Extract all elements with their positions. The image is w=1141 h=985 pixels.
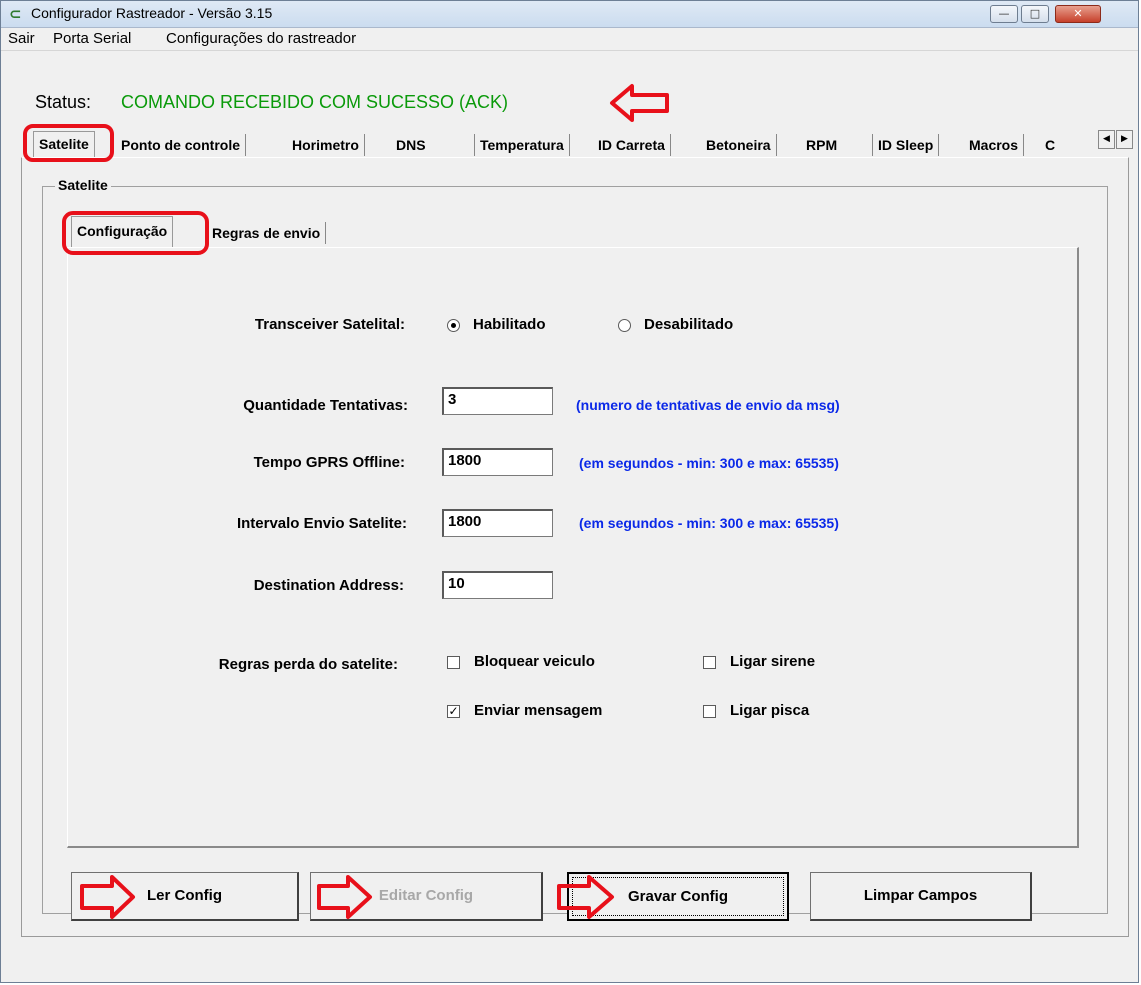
- menu-sair[interactable]: Sair: [8, 30, 35, 47]
- intervalo-envio-hint: (em segundos - min: 300 e max: 65535): [579, 515, 839, 531]
- gravar-config-button[interactable]: Gravar Config: [567, 872, 789, 921]
- chevron-right-icon: ▶: [1121, 134, 1128, 144]
- checkbox-ligar-sirene[interactable]: [703, 656, 716, 669]
- tab-rpm[interactable]: RPM: [801, 134, 873, 156]
- destination-address-label: Destination Address:: [253, 577, 404, 594]
- intervalo-envio-field[interactable]: 1800: [442, 509, 553, 537]
- checkbox-ligar-pisca[interactable]: [703, 705, 716, 718]
- tab-dns[interactable]: DNS: [391, 134, 475, 156]
- tab-scroll-left-button[interactable]: ◀: [1098, 130, 1115, 149]
- tab-c-truncated[interactable]: C: [1040, 134, 1060, 156]
- main-tab-strip: Satelite Ponto de controle Horimetro DNS…: [27, 131, 1117, 157]
- groupbox-title: Satelite: [55, 177, 111, 193]
- quantidade-tentativas-hint: (numero de tentativas de envio da msg): [576, 397, 840, 413]
- tab-id-carreta[interactable]: ID Carreta: [593, 134, 671, 156]
- chevron-left-icon: ◀: [1103, 134, 1110, 144]
- editar-config-label: Editar Config: [378, 887, 474, 904]
- checkbox-ligar-sirene-label[interactable]: Ligar sirene: [730, 653, 815, 670]
- tab-id-sleep[interactable]: ID Sleep: [873, 134, 940, 156]
- c-logo-icon: ⊂: [9, 5, 22, 23]
- checkbox-enviar-mensagem[interactable]: ✓: [447, 705, 460, 718]
- close-icon: ✕: [1073, 7, 1083, 20]
- intervalo-envio-label: Intervalo Envio Satelite:: [236, 515, 407, 532]
- title-bar: ⊂ Configurador Rastreador - Versão 3.15 …: [1, 1, 1138, 28]
- checkbox-enviar-mensagem-label[interactable]: Enviar mensagem: [474, 702, 602, 719]
- minimize-icon: —: [998, 7, 1010, 20]
- radio-habilitado[interactable]: [447, 319, 460, 332]
- ler-config-button[interactable]: Ler Config: [71, 872, 299, 921]
- limpar-campos-label: Limpar Campos: [863, 887, 978, 904]
- tab-scroll-right-button[interactable]: ▶: [1116, 130, 1133, 149]
- maximize-button[interactable]: □: [1021, 5, 1049, 23]
- menu-bar: Sair Porta Serial Configurações do rastr…: [1, 28, 1138, 51]
- subtab-regras-de-envio[interactable]: Regras de envio: [207, 222, 327, 244]
- radio-desabilitado[interactable]: [618, 319, 631, 332]
- limpar-campos-button[interactable]: Limpar Campos: [810, 872, 1032, 921]
- ler-config-label: Ler Config: [147, 887, 222, 904]
- subtab-configuracao[interactable]: Configuração: [71, 216, 174, 247]
- menu-porta-serial[interactable]: Porta Serial: [53, 30, 131, 47]
- tab-macros[interactable]: Macros: [964, 134, 1025, 156]
- menu-configuracoes-rastreador[interactable]: Configurações do rastreador: [166, 30, 356, 47]
- tab-scroll-arrows: ◀ ▶: [1098, 130, 1134, 150]
- radio-selected-dot: [451, 323, 456, 328]
- minimize-button[interactable]: —: [990, 5, 1018, 23]
- quantidade-tentativas-field[interactable]: 3: [442, 387, 553, 415]
- radio-desabilitado-label[interactable]: Desabilitado: [644, 316, 733, 333]
- tempo-gprs-offline-label: Tempo GPRS Offline:: [253, 454, 405, 471]
- quantidade-tentativas-label: Quantidade Tentativas:: [243, 397, 408, 414]
- status-label: Status:: [35, 92, 92, 112]
- tab-betoneira[interactable]: Betoneira: [701, 134, 777, 156]
- checkbox-bloquear-veiculo[interactable]: [447, 656, 460, 669]
- close-button[interactable]: ✕: [1055, 5, 1101, 23]
- tab-satelite[interactable]: Satelite: [33, 131, 95, 157]
- regras-perda-label: Regras perda do satelite:: [218, 656, 398, 673]
- checkbox-bloquear-veiculo-label[interactable]: Bloquear veiculo: [474, 653, 595, 670]
- status-value: COMANDO RECEBIDO COM SUCESSO (ACK): [121, 92, 509, 112]
- checkmark-icon: ✓: [448, 704, 459, 718]
- app-window: ⊂ Configurador Rastreador - Versão 3.15 …: [0, 0, 1139, 983]
- transceiver-label: Transceiver Satelital:: [254, 316, 405, 333]
- radio-habilitado-label[interactable]: Habilitado: [473, 316, 546, 333]
- maximize-icon: □: [1029, 7, 1041, 20]
- configuracao-panel: [67, 247, 1079, 848]
- destination-address-field[interactable]: 10: [442, 571, 553, 599]
- editar-config-button[interactable]: Editar Config: [310, 872, 543, 921]
- tempo-gprs-offline-field[interactable]: 1800: [442, 448, 553, 476]
- focus-rect: [572, 877, 784, 916]
- tab-horimetro[interactable]: Horimetro: [287, 134, 365, 156]
- checkbox-ligar-pisca-label[interactable]: Ligar pisca: [730, 702, 809, 719]
- window-title: Configurador Rastreador - Versão 3.15: [31, 5, 273, 21]
- tab-ponto-de-controle[interactable]: Ponto de controle: [116, 134, 246, 156]
- tempo-gprs-offline-hint: (em segundos - min: 300 e max: 65535): [579, 455, 839, 471]
- tab-temperatura[interactable]: Temperatura: [475, 134, 570, 156]
